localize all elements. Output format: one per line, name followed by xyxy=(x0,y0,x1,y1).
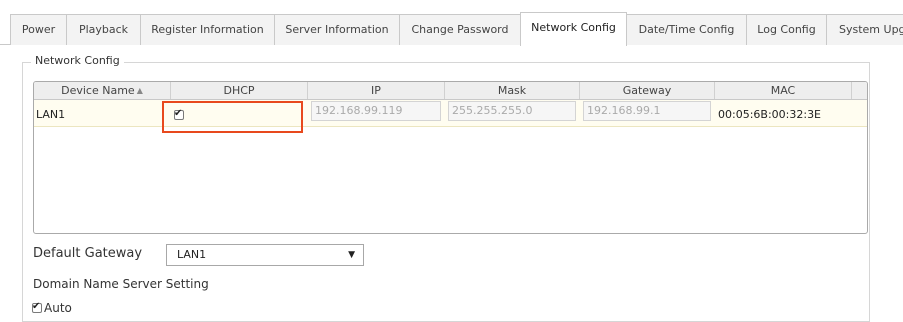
caret-down-icon: ▼ xyxy=(348,250,355,260)
table-row[interactable]: LAN1 ✔ 192.168.99.119 255.255.255.0 192.… xyxy=(34,100,867,127)
dhcp-checkbox[interactable]: ✔ xyxy=(174,108,184,120)
column-header-gateway[interactable]: Gateway xyxy=(580,82,715,99)
network-table: Device Name ▲︎ DHCP IP Mask Gateway MAC L… xyxy=(33,81,868,234)
gateway-field[interactable]: 192.168.99.1 xyxy=(583,101,711,121)
column-header-mask[interactable]: Mask xyxy=(445,82,580,99)
table-header: Device Name ▲︎ DHCP IP Mask Gateway MAC xyxy=(34,82,867,100)
tab-system-upgrade[interactable]: System Upg xyxy=(826,14,903,45)
dns-setting-title: Domain Name Server Setting xyxy=(33,277,209,291)
column-header-ip[interactable]: IP xyxy=(308,82,445,99)
default-gateway-select[interactable]: LAN1 ▼ xyxy=(166,244,364,266)
cell-mac: 00:05:6B:00:32:3E xyxy=(718,108,822,121)
tab-playback[interactable]: Playback xyxy=(66,14,141,45)
fieldset-legend: Network Config xyxy=(31,54,124,68)
mask-field[interactable]: 255.255.255.0 xyxy=(448,101,576,121)
column-header-dhcp[interactable]: DHCP xyxy=(171,82,308,99)
checkmark-icon: ✔ xyxy=(174,108,183,119)
cell-device-name: LAN1 xyxy=(36,108,66,121)
tab-change-password[interactable]: Change Password xyxy=(399,14,521,45)
checkmark-icon: ✔ xyxy=(32,301,41,312)
ip-field[interactable]: 192.168.99.119 xyxy=(311,101,441,121)
cell-dhcp: ✔ xyxy=(171,100,308,126)
tab-server-information[interactable]: Server Information xyxy=(274,14,400,45)
tab-bar: Power Playback Register Information Serv… xyxy=(0,0,903,46)
default-gateway-value: LAN1 xyxy=(177,248,207,261)
dns-auto-checkbox[interactable]: ✔ xyxy=(32,301,42,313)
column-header-label: Device Name xyxy=(61,84,135,97)
tab-date-time-config[interactable]: Date/Time Config xyxy=(626,14,747,45)
sort-icon: ▲︎ xyxy=(136,86,143,95)
column-header-device-name[interactable]: Device Name ▲︎ xyxy=(34,82,171,99)
tab-network-config[interactable]: Network Config xyxy=(520,12,627,46)
tab-register-information[interactable]: Register Information xyxy=(140,14,275,45)
dns-auto-label: Auto xyxy=(44,301,72,315)
cell-mask: 255.255.255.0 xyxy=(445,100,580,126)
default-gateway-label: Default Gateway xyxy=(33,246,143,261)
tab-log-config[interactable]: Log Config xyxy=(746,14,827,45)
column-header-mac[interactable]: MAC xyxy=(715,82,852,99)
cell-ip: 192.168.99.119 xyxy=(308,100,445,126)
tab-power[interactable]: Power xyxy=(10,14,67,45)
cell-gateway: 192.168.99.1 xyxy=(580,100,715,126)
dns-auto-option[interactable]: ✔ Auto xyxy=(32,301,72,315)
